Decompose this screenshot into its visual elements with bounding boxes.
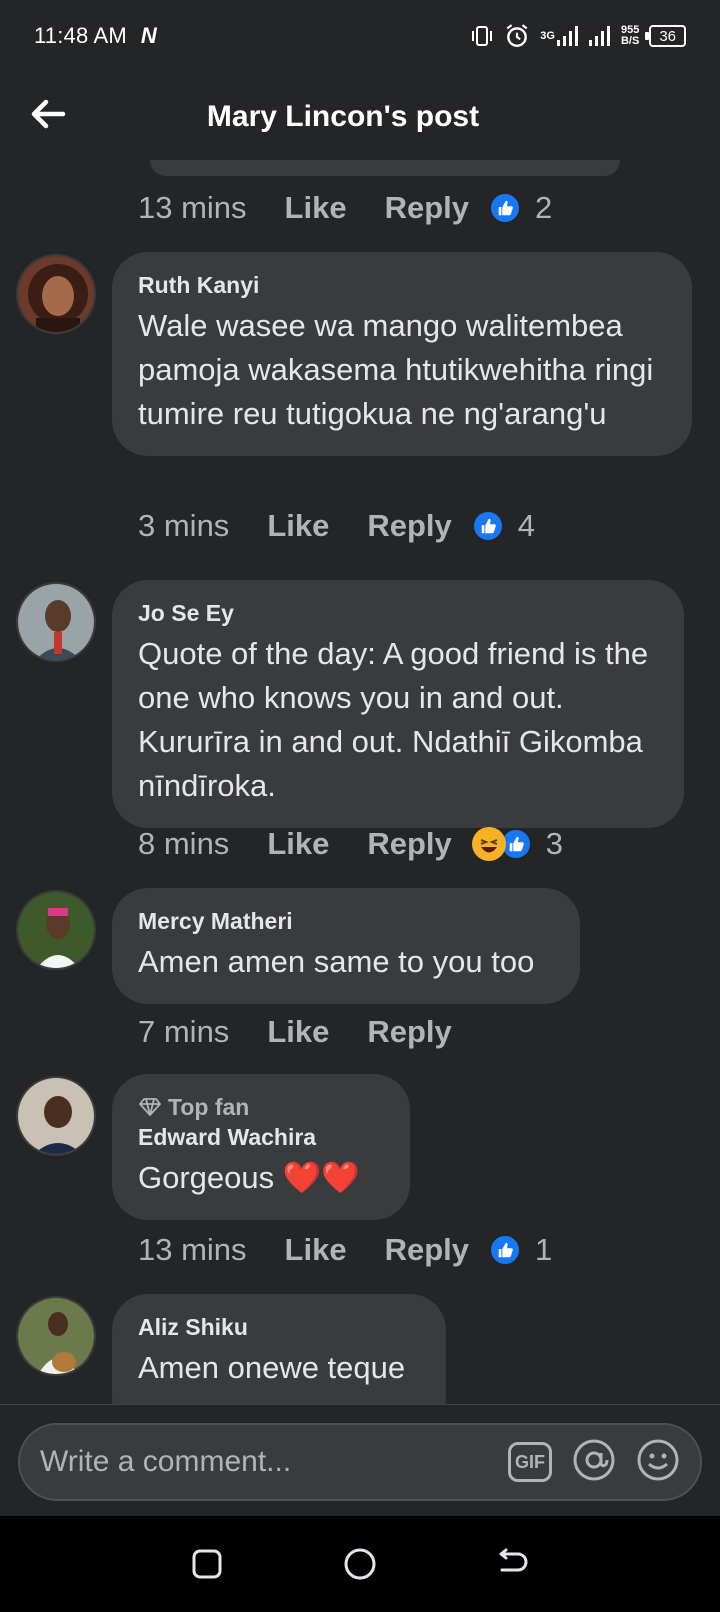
square-icon <box>192 1549 222 1579</box>
reply-button[interactable]: Reply <box>367 826 451 862</box>
composer-bar: GIF <box>0 1404 720 1516</box>
comment-meta: 13 mins Like Reply 1 <box>138 1228 552 1272</box>
comment-bubble[interactable]: Top fan Edward Wachira Gorgeous ❤️❤️ <box>112 1074 410 1220</box>
like-button[interactable]: Like <box>285 190 347 226</box>
previous-comment-bubble <box>150 160 620 176</box>
reply-button[interactable]: Reply <box>385 1232 469 1268</box>
net-speed: 955 B/S <box>621 25 639 47</box>
comment-text: Amen onewe teque <box>138 1350 406 1385</box>
reply-button[interactable]: Reply <box>385 190 469 226</box>
comment-time: 3 mins <box>138 508 230 543</box>
comment-time: 13 mins <box>138 190 247 225</box>
page-title: Mary Lincon's post <box>206 100 480 133</box>
comment-bubble[interactable]: Mercy Matheri Amen amen same to you too <box>112 888 580 1004</box>
comment-meta: 3 mins Like Reply 4 <box>138 504 535 548</box>
avatar[interactable] <box>16 582 96 662</box>
status-icons: 3G 955 B/S 36 <box>470 23 686 49</box>
diamond-icon <box>139 1098 161 1116</box>
at-icon <box>573 1439 615 1480</box>
comment-meta: 7 mins Like Reply <box>138 1010 490 1054</box>
header: Mary Lincon's post <box>0 72 720 168</box>
comment-feed[interactable]: 13 mins Like Reply 2 Ruth Kanyi Wale was… <box>0 160 720 1404</box>
reaction-summary[interactable]: 3 <box>471 826 564 862</box>
comment-time: 8 mins <box>138 826 230 861</box>
like-reaction-icon <box>489 192 521 224</box>
haha-reaction-icon <box>471 827 506 861</box>
commenter-name[interactable]: Ruth Kanyi <box>138 270 666 300</box>
like-button[interactable]: Like <box>267 508 329 544</box>
like-reaction-icon <box>489 1234 521 1266</box>
avatar[interactable] <box>16 1076 96 1156</box>
comment-text: Amen amen same to you too <box>138 944 535 979</box>
comment-bubble[interactable]: Jo Se Ey Quote of the day: A good friend… <box>112 580 684 828</box>
commenter-name[interactable]: Aliz Shiku <box>138 1312 420 1342</box>
smiley-icon <box>637 1439 679 1480</box>
reaction-summary[interactable]: 1 <box>489 1232 552 1268</box>
top-fan-badge: Top fan <box>138 1092 384 1122</box>
recents-button[interactable] <box>177 1534 237 1594</box>
composer-icons: GIF <box>508 1438 680 1487</box>
like-button[interactable]: Like <box>267 826 329 862</box>
comment-text: Wale wasee wa mango walitembea pamoja wa… <box>138 308 654 431</box>
alarm-icon <box>504 23 530 49</box>
vibrate-icon <box>470 24 494 48</box>
system-nav-bar <box>0 1516 720 1612</box>
commenter-name[interactable]: Edward Wachira <box>138 1122 384 1152</box>
circle-icon <box>344 1548 376 1580</box>
comment-bubble[interactable]: Aliz Shiku Amen onewe teque <box>112 1294 446 1404</box>
reaction-summary[interactable]: 4 <box>471 508 536 544</box>
comment-text: Quote of the day: A good friend is the o… <box>138 636 649 803</box>
avatar[interactable] <box>16 254 96 334</box>
signal-3g-icon: 3G <box>540 26 579 46</box>
battery-icon: 36 <box>645 25 686 47</box>
comment-composer[interactable]: GIF <box>18 1423 702 1501</box>
avatar[interactable] <box>16 1296 96 1376</box>
carrier-icon: N <box>140 23 157 48</box>
reaction-count: 2 <box>535 190 553 225</box>
comment-meta: 13 mins Like Reply 2 <box>138 186 552 230</box>
reaction-count: 3 <box>545 826 564 861</box>
like-button[interactable]: Like <box>285 1232 347 1268</box>
battery-level: 36 <box>659 27 676 45</box>
status-bar: 11:48 AM N 3G 955 B/S 36 <box>0 0 720 72</box>
status-time: 11:48 AM <box>34 23 127 48</box>
reaction-summary[interactable]: 2 <box>489 190 552 226</box>
gif-button[interactable]: GIF <box>508 1442 552 1482</box>
reply-button[interactable]: Reply <box>367 508 451 544</box>
comment-time: 13 mins <box>138 1232 247 1267</box>
like-reaction-icon <box>471 510 504 542</box>
mention-button[interactable] <box>572 1438 616 1487</box>
comment-time: 7 mins <box>138 1014 230 1049</box>
network-type: 3G <box>540 30 555 42</box>
comment-text: Gorgeous ❤️❤️ <box>138 1160 360 1195</box>
signal-icon <box>588 26 611 46</box>
home-button[interactable] <box>330 1534 390 1594</box>
comment-bubble[interactable]: Ruth Kanyi Wale wasee wa mango walitembe… <box>112 252 692 456</box>
commenter-name[interactable]: Mercy Matheri <box>138 906 554 936</box>
reaction-count: 1 <box>535 1232 553 1267</box>
back-nav-icon <box>499 1548 528 1572</box>
reaction-count: 4 <box>517 508 536 543</box>
comment-meta: 8 mins Like Reply 3 <box>138 822 563 866</box>
emoji-button[interactable] <box>636 1438 680 1487</box>
back-nav-button[interactable] <box>483 1534 543 1594</box>
reply-button[interactable]: Reply <box>367 1014 451 1050</box>
like-button[interactable]: Like <box>267 1014 329 1050</box>
top-fan-label: Top fan <box>168 1094 250 1120</box>
avatar[interactable] <box>16 890 96 970</box>
comment-input[interactable] <box>40 1445 508 1479</box>
net-speed-unit: B/S <box>620 35 640 47</box>
commenter-name[interactable]: Jo Se Ey <box>138 598 658 628</box>
